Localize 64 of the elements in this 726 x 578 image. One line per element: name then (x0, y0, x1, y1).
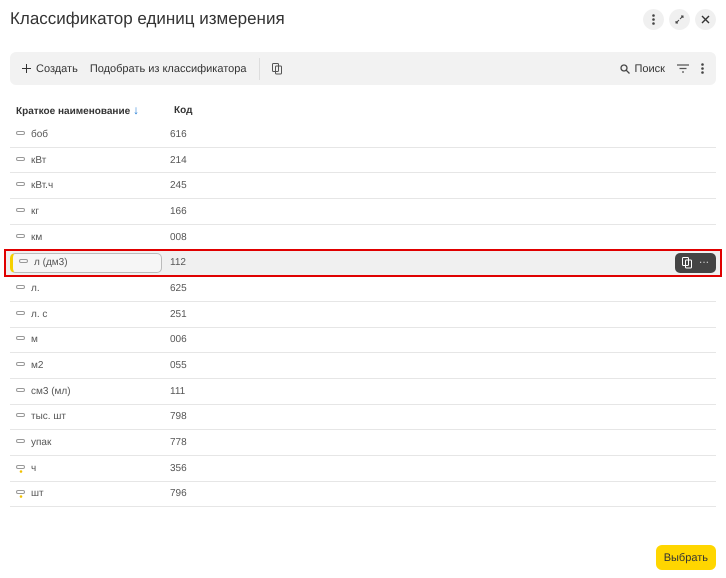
expand-button[interactable] (669, 8, 690, 30)
table-row[interactable]: шт 796 (10, 482, 716, 508)
pick-button[interactable]: Подобрать из классификатора (84, 58, 253, 78)
table-cell: ч (31, 462, 36, 474)
table-cell: упак (31, 437, 52, 448)
copy-icon (272, 62, 283, 74)
table-cell: кг (31, 206, 40, 217)
column-header[interactable]: Код (168, 104, 192, 116)
close-button[interactable] (695, 8, 716, 30)
table-cell-text: 166 (170, 206, 188, 217)
window-title: Классификатор единиц измерения (10, 9, 286, 29)
table-cell-text: 778 (170, 437, 188, 448)
filter-icon (677, 64, 689, 73)
table-cell-text: 796 (170, 488, 188, 500)
table-cell-text: 111 (170, 386, 186, 397)
table-cell: кВт (31, 154, 46, 166)
expand-icon (675, 14, 684, 24)
table-cell: л. (31, 282, 40, 294)
table-cell: шт (31, 488, 44, 500)
table-row[interactable]: ч 356 (10, 456, 716, 482)
more-button[interactable]: ··· (699, 257, 709, 268)
table-cell: боб (31, 128, 48, 140)
table-cell: м (31, 334, 38, 346)
table-row[interactable]: боб 616 (10, 122, 716, 148)
table-row[interactable]: см3 (мл) 111 (10, 378, 716, 405)
menu-button[interactable] (643, 8, 664, 30)
table-cell-text: 055 (170, 360, 188, 372)
search-icon (620, 64, 630, 74)
table-cell: см3 (мл) (31, 386, 71, 397)
create-button[interactable]: Создать (16, 58, 84, 78)
table-row[interactable]: л. 625 (10, 276, 716, 302)
table-cell-text: 112 (170, 257, 187, 268)
table-row[interactable]: кг 166 (10, 199, 716, 225)
table-cell-text: 251 (170, 308, 188, 320)
choose-button[interactable]: Выбрать (656, 545, 716, 570)
table-cell: л (дм3) (34, 257, 68, 268)
table-cell-text: 616 (170, 128, 188, 140)
column-header[interactable]: Краткое наименование ↓ (10, 103, 168, 117)
table-cell-text: 356 (170, 462, 188, 474)
table-cell: кВт.ч (31, 180, 54, 192)
search-button[interactable]: Поиск (614, 58, 671, 78)
more-icon (701, 63, 704, 74)
table-row[interactable]: л (дм3) 112 ··· (5, 250, 721, 276)
more-icon (652, 14, 655, 24)
table-cell-text: 245 (170, 180, 188, 192)
table-row[interactable]: упак 778 (10, 430, 716, 456)
table-cell-text: 625 (170, 282, 188, 294)
table-row[interactable]: тыс. шт 798 (10, 404, 716, 430)
close-icon (701, 14, 710, 24)
table-cell: л. с (31, 308, 48, 320)
table-cell: м2 (31, 360, 44, 372)
copy-icon (682, 256, 693, 269)
table-cell-text: 006 (170, 334, 188, 346)
table-cell-text: 798 (170, 411, 188, 422)
table-cell-text: 214 (170, 154, 188, 166)
plus-icon (22, 64, 31, 73)
table-cell-text: 008 (170, 232, 188, 243)
table-row[interactable]: м2 055 (10, 353, 716, 379)
table-row[interactable]: л. с 251 (10, 302, 716, 328)
table-cell: тыс. шт (31, 411, 66, 422)
table-row[interactable]: кВт 214 (10, 148, 716, 174)
table-row[interactable]: кВт.ч 245 (10, 173, 716, 200)
table-cell: км (31, 232, 42, 243)
table-row[interactable]: м 006 (10, 328, 716, 354)
